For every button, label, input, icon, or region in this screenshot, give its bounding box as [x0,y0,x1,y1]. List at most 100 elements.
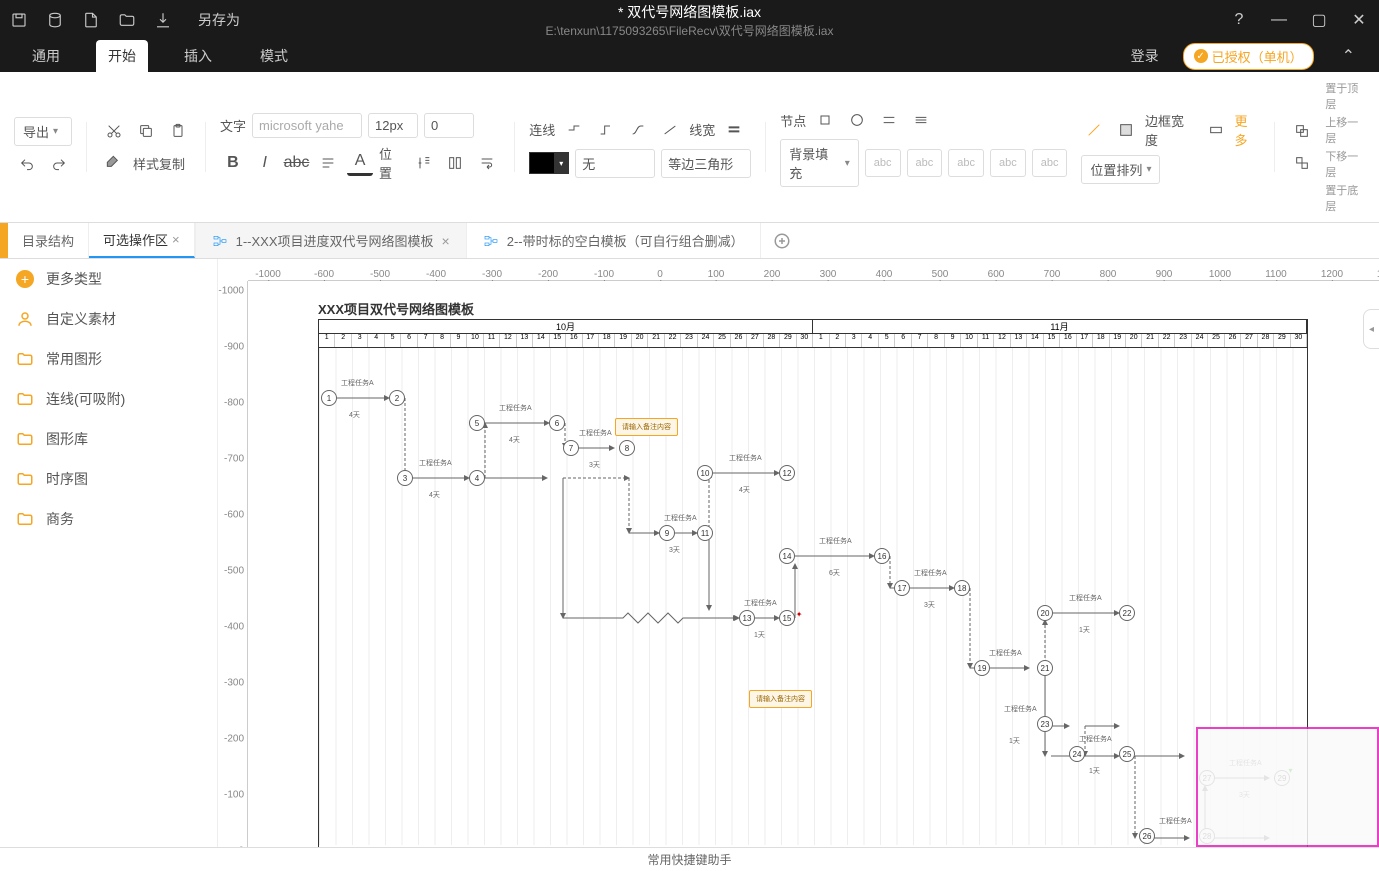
diagram-node[interactable]: 21 [1037,660,1053,676]
font-size-select[interactable]: 12px [368,113,418,138]
transparency-icon[interactable] [1113,117,1139,143]
conn-type1-icon[interactable] [561,117,587,143]
diagram-node[interactable]: 16 [874,548,890,564]
help-icon[interactable]: ? [1229,11,1249,29]
diagram-node[interactable]: 3 [397,470,413,486]
node-style3-icon[interactable] [876,107,902,133]
side-tab-operable[interactable]: 可选操作区 × [89,223,195,258]
diagram-node[interactable]: 12 [779,465,795,481]
font-family-input[interactable] [252,113,362,138]
align-icon[interactable] [315,150,341,176]
minimap[interactable] [1196,727,1379,847]
diagram-node[interactable]: 9 [659,525,675,541]
node-style1-icon[interactable] [812,107,838,133]
style-abc1[interactable]: abc [865,149,901,177]
z-down-button[interactable]: 下移一层 [1325,148,1369,180]
diagram-node[interactable]: 14 [779,548,795,564]
export-icon[interactable] [154,11,172,29]
copy-icon[interactable] [133,118,159,144]
diagram-node[interactable]: 4 [469,470,485,486]
side-tab-structure[interactable]: 目录结构 [8,223,89,258]
paste-icon[interactable] [165,118,191,144]
position-arrange-button[interactable]: 位置排列 [1081,155,1160,184]
diagram-node[interactable]: 2 [389,390,405,406]
style-abc4[interactable]: abc [990,149,1026,177]
close-icon[interactable]: × [172,232,180,247]
menu-general[interactable]: 通用 [20,40,72,72]
sidebar-custom[interactable]: 自定义素材 [0,299,217,339]
save-icon[interactable] [10,11,28,29]
sidebar-common[interactable]: 常用图形 [0,339,217,379]
undo-icon[interactable] [14,152,40,178]
conn-type4-icon[interactable] [657,117,683,143]
strike-icon[interactable]: abc [284,150,310,176]
diagram-node[interactable]: 7 [563,440,579,456]
collapse-ribbon-icon[interactable]: ⌃ [1338,46,1359,66]
group-icon[interactable] [1289,118,1315,144]
diagram-node[interactable]: 10 [697,465,713,481]
menu-start[interactable]: 开始 [96,40,148,72]
new-file-icon[interactable] [82,11,100,29]
font-color-icon[interactable]: A [347,150,373,176]
diagram-node[interactable]: 18 [954,580,970,596]
bg-fill-button[interactable]: 背景填充 [780,139,859,187]
doc-tab-1[interactable]: 1--XXX项目进度双代号网络图模板 × [196,223,467,258]
shortcut-hint[interactable]: 常用快捷键助手 [647,851,731,868]
diagram-node[interactable]: 1 [321,390,337,406]
bold-icon[interactable]: B [220,150,246,176]
license-badge[interactable]: ✓ 已授权（单机） [1183,43,1314,70]
doc-tab-2[interactable]: 2--带时标的空白模板（可自行组合删减） [467,223,761,258]
diagram-node[interactable]: 8 [619,440,635,456]
diagram-node[interactable]: 13 [739,610,755,626]
diagram-node[interactable]: 23 [1037,716,1053,732]
style-abc2[interactable]: abc [907,149,943,177]
line-color-button[interactable]: ▾ [529,152,569,174]
sidebar-library[interactable]: 图形库 [0,419,217,459]
border-width-icon[interactable] [1203,117,1229,143]
menu-insert[interactable]: 插入 [172,40,224,72]
canvas-area[interactable]: -1000-600-500-400-300-200-10001002003004… [218,259,1379,847]
callout-note[interactable]: 请输入备注内容 [749,690,812,708]
diagram-title[interactable]: XXX项目双代号网络图模板 [318,299,474,318]
node-style4-icon[interactable] [908,107,934,133]
menu-mode[interactable]: 模式 [248,40,300,72]
minimize-icon[interactable]: — [1269,11,1289,29]
diagram-node[interactable]: 24 [1069,746,1085,762]
diagram-node[interactable]: 5 [469,415,485,431]
callout-note[interactable]: 请输入备注内容 [615,418,678,436]
font-size2-select[interactable]: 0 [424,113,474,138]
ungroup-icon[interactable] [1289,150,1315,176]
sidebar-timing[interactable]: 时序图 [0,459,217,499]
sidebar-business[interactable]: 商务 [0,499,217,539]
arrow-start-select[interactable]: 无 [575,149,655,178]
diagram-node[interactable]: 17 [894,580,910,596]
z-back-button[interactable]: 置于底层 [1325,182,1369,214]
format-painter-icon[interactable] [101,150,127,176]
close-icon[interactable]: ✕ [1349,10,1369,30]
diagram-frame[interactable]: 10月 11月 12345678910111213141516171819202… [318,319,1308,847]
style-abc5[interactable]: abc [1032,149,1068,177]
login-button[interactable]: 登录 [1131,46,1159,66]
export-button[interactable]: 导出 [14,117,72,146]
more-link[interactable]: 更多 [1235,111,1261,149]
sidebar-more-types[interactable]: + 更多类型 [0,259,217,299]
wrap-icon[interactable] [474,150,500,176]
close-icon[interactable]: × [442,233,450,249]
diagram-node[interactable]: 11 [697,525,713,541]
line-width-icon[interactable] [721,117,747,143]
database-icon[interactable] [46,11,64,29]
border-color-icon[interactable] [1081,117,1107,143]
collapse-handle[interactable]: ◂ [1363,309,1379,349]
text-dir-icon[interactable] [411,150,437,176]
diagram-node[interactable]: 26 [1139,828,1155,844]
open-folder-icon[interactable] [118,11,136,29]
cut-icon[interactable] [101,118,127,144]
redo-icon[interactable] [46,152,72,178]
conn-type3-icon[interactable] [625,117,651,143]
columns-icon[interactable] [443,150,469,176]
conn-type2-icon[interactable] [593,117,619,143]
diagram-node[interactable]: 6 [549,415,565,431]
add-tab-button[interactable] [761,223,803,258]
z-up-button[interactable]: 上移一层 [1325,114,1369,146]
z-front-button[interactable]: 置于顶层 [1325,80,1369,112]
